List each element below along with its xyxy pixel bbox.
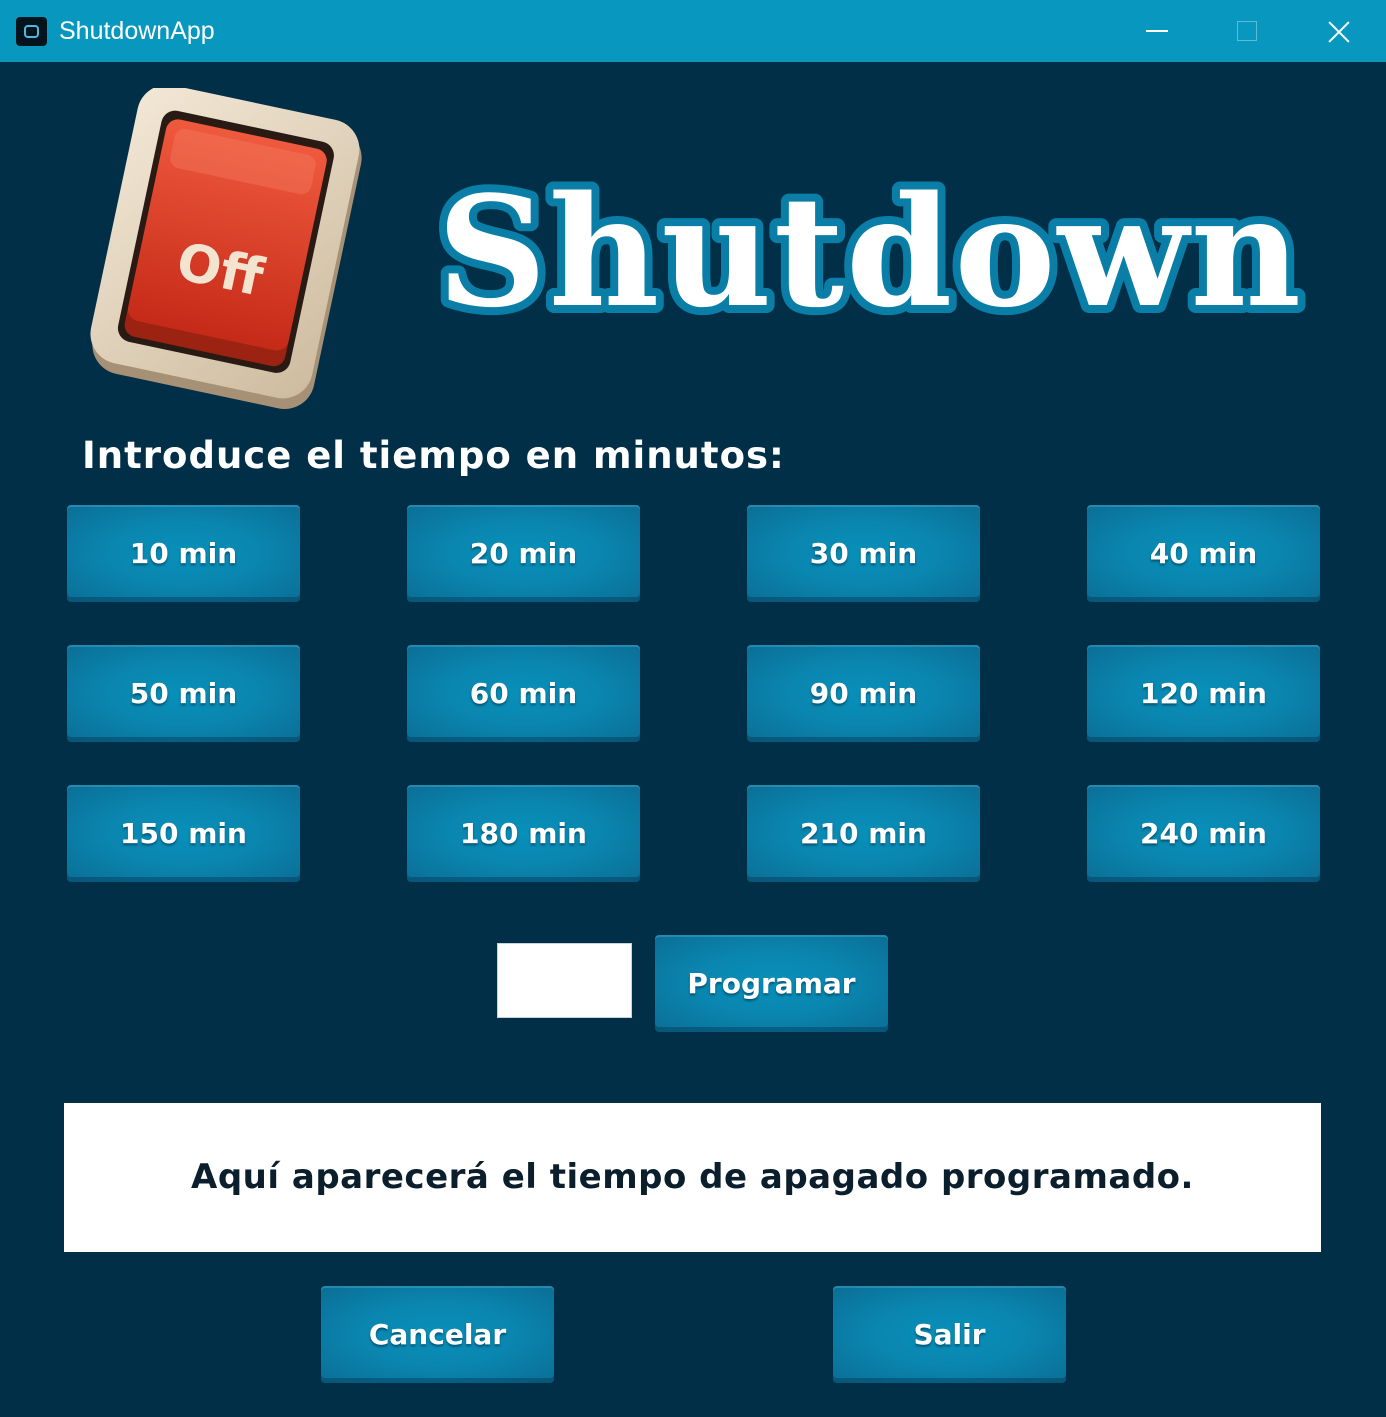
preset-60-button[interactable]: 60 min xyxy=(407,645,640,742)
preset-30-button[interactable]: 30 min xyxy=(747,505,980,602)
off-switch-logo: Off xyxy=(90,88,362,409)
maximize-button[interactable] xyxy=(1202,0,1292,62)
preset-150-button[interactable]: 150 min xyxy=(67,785,300,882)
title-bar[interactable]: ShutdownApp xyxy=(0,0,1386,62)
close-button[interactable] xyxy=(1294,0,1384,62)
preset-90-button[interactable]: 90 min xyxy=(747,645,980,742)
app-heading: Shutdown xyxy=(429,165,1309,335)
program-button[interactable]: Programar xyxy=(655,935,888,1032)
preset-40-button[interactable]: 40 min xyxy=(1087,505,1320,602)
exit-button[interactable]: Salir xyxy=(833,1286,1066,1383)
status-message: Aquí aparecerá el tiempo de apagado prog… xyxy=(191,1157,1194,1197)
status-panel: Aquí aparecerá el tiempo de apagado prog… xyxy=(64,1103,1321,1252)
preset-210-button[interactable]: 210 min xyxy=(747,785,980,882)
preset-180-button[interactable]: 180 min xyxy=(407,785,640,882)
heading-text: Shutdown xyxy=(437,165,1303,335)
preset-50-button[interactable]: 50 min xyxy=(67,645,300,742)
window-title: ShutdownApp xyxy=(59,17,215,45)
time-prompt-label: Introduce el tiempo en minutos: xyxy=(82,434,785,477)
app-icon xyxy=(16,17,47,46)
preset-120-button[interactable]: 120 min xyxy=(1087,645,1320,742)
preset-240-button[interactable]: 240 min xyxy=(1087,785,1320,882)
preset-10-button[interactable]: 10 min xyxy=(67,505,300,602)
app-window: ShutdownApp Off Shutdown Introduce el ti… xyxy=(0,0,1386,1417)
cancel-button[interactable]: Cancelar xyxy=(321,1286,554,1383)
minimize-button[interactable] xyxy=(1112,0,1202,62)
minutes-input[interactable] xyxy=(497,943,632,1018)
preset-20-button[interactable]: 20 min xyxy=(407,505,640,602)
